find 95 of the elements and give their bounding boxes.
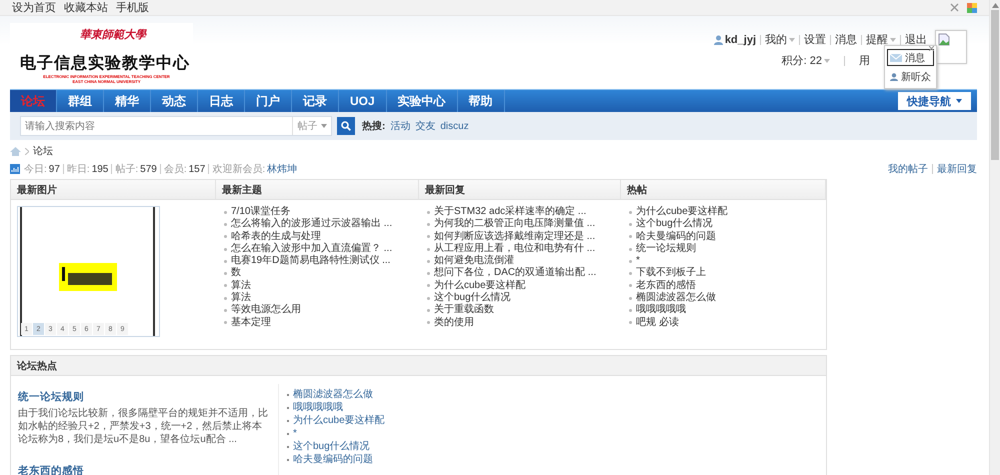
hot-search-label: 热搜: — [362, 120, 386, 133]
hot-link[interactable]: 椭圆滤波器怎么做 — [293, 388, 373, 401]
scroll-up-icon[interactable] — [992, 3, 998, 8]
thread-link[interactable]: 算法 — [224, 280, 419, 292]
thread-link[interactable]: 哦哦哦哦哦 — [629, 304, 826, 317]
quick-link[interactable]: 最新回复 — [937, 162, 977, 176]
thread-link[interactable]: 关于重载函数 — [427, 304, 621, 317]
stat-value: 579 — [140, 164, 157, 174]
thread-link[interactable]: 下载不到板子上 — [629, 267, 826, 280]
thread-link[interactable]: 为何我的二极管正向电压降测量值 ... — [427, 218, 621, 231]
top-link[interactable]: 收藏本站 — [64, 0, 108, 15]
stat-value: 157 — [188, 164, 206, 174]
thread-link[interactable]: 想问下各位，DAC的双通道输出配 ... — [427, 267, 621, 280]
thread-link[interactable]: 椭圆滤波器怎么做 — [629, 292, 826, 304]
thread-link[interactable]: 为什么cube要这样配 — [629, 206, 826, 218]
top-link[interactable]: 手机版 — [116, 0, 149, 15]
column-heading: 最新主题 — [216, 180, 419, 200]
close-icon[interactable] — [929, 46, 934, 51]
thread-link[interactable]: * — [629, 255, 826, 268]
caret-icon — [956, 99, 962, 103]
search-button[interactable] — [337, 117, 355, 135]
username-link[interactable]: kd_jyj — [724, 34, 756, 46]
chevron-icon — [25, 148, 29, 154]
stat-label: 会员: — [164, 163, 187, 176]
hot-link[interactable]: 哈夫曼编码的问题 — [293, 453, 373, 466]
caret-icon — [320, 124, 326, 128]
popup-item[interactable]: 新听众 — [887, 68, 934, 85]
logo-title: 电子信息实验教学中心 — [20, 53, 190, 74]
thread-link[interactable]: 类的使用 — [427, 316, 621, 329]
stat-value: 97 — [48, 164, 60, 174]
hot-link[interactable]: 为什么cube要这样配 — [293, 414, 385, 427]
broken-image-icon — [938, 33, 950, 46]
thread-link[interactable]: 如何判断应该选择戴维南定理还是 ... — [427, 230, 621, 243]
mail-icon — [890, 54, 902, 62]
user-menu-link[interactable]: 消息 — [835, 32, 857, 47]
user-menu-link[interactable]: 我的 — [765, 32, 795, 47]
user-icon — [890, 72, 898, 82]
thread-link[interactable]: 这个bug什么情况 — [427, 292, 621, 304]
caret-icon — [890, 38, 896, 42]
thread-link[interactable]: 吧规 必读 — [629, 316, 826, 329]
user-icon — [714, 34, 723, 44]
thread-link[interactable]: 基本定理 — [224, 316, 419, 329]
column-heading: 热帖 — [621, 180, 826, 200]
stat-label: 今日: — [24, 163, 47, 176]
stat-label: 昨日: — [66, 163, 90, 176]
new-member-link[interactable]: 林炜坤 — [267, 162, 298, 176]
quick-link[interactable]: 我的帖子 — [888, 162, 928, 176]
caret-icon — [789, 38, 795, 42]
scroll-thumb[interactable] — [991, 10, 999, 160]
column-heading: 最新图片 — [11, 180, 216, 200]
quick-nav-button[interactable]: 快捷导航 — [898, 92, 971, 110]
thread-link[interactable]: 统一论坛规则 — [629, 242, 826, 256]
hot-search-link[interactable]: discuz — [440, 120, 469, 132]
thread-link[interactable]: 从工程应用上看，电位和电势有什 ... — [427, 242, 621, 256]
popup-item[interactable]: 消息 — [887, 49, 934, 66]
chart-icon — [10, 164, 20, 174]
user-menu-link[interactable]: 退出 — [905, 32, 927, 47]
user-group-link[interactable]: 用 — [859, 53, 870, 68]
thread-link[interactable]: 数 — [224, 267, 419, 280]
top-link[interactable]: 设为首页 — [12, 0, 56, 15]
palette-icon[interactable] — [967, 2, 977, 12]
user-menu-link[interactable]: 设置 — [804, 32, 826, 47]
thread-link[interactable]: 7/10课堂任务 — [224, 206, 419, 218]
thread-link[interactable]: 哈夫曼编码的问题 — [629, 230, 826, 243]
thread-link[interactable]: 关于STM32 adc采样速率的确定 ... — [427, 206, 621, 218]
credits-link[interactable]: 积分: 22 — [782, 53, 830, 68]
article-summary: 由于我们论坛比较新，很多隔壁平台的规矩并不适用，比如水帖的经验只+2，严禁发+3，统一+2，然后禁止将本论坛称为8，我们是坛u不是8u，望各位坛u配合 ... — [18, 407, 269, 446]
thread-link[interactable]: 怎么在输入波形中加入直流偏置？ ... — [224, 242, 419, 256]
hot-search-link[interactable]: 活动 — [390, 119, 410, 133]
thread-link[interactable]: 电赛19年D题简易电路特性测试仪 ... — [224, 255, 419, 268]
thread-link[interactable]: 怎么将输入的波形通过示波器输出 ... — [224, 218, 419, 231]
university-name: 華東師範大學 — [80, 27, 146, 42]
thread-link[interactable]: 为什么cube要这样配 — [427, 280, 621, 292]
thread-link[interactable]: 算法 — [224, 292, 419, 304]
thread-link[interactable]: 如何避免电流倒灌 — [427, 255, 621, 268]
hot-search-link[interactable]: 交友 — [415, 119, 436, 133]
breadcrumb-link[interactable]: 论坛 — [33, 144, 53, 158]
stat-label: 帖子: — [115, 162, 138, 176]
thread-link[interactable]: 老东西的感悟 — [629, 280, 826, 292]
caret-icon — [824, 58, 830, 62]
home-icon[interactable] — [10, 146, 21, 156]
stat-value: 195 — [92, 164, 108, 174]
section-heading: 论坛热点 — [11, 356, 826, 376]
scrollbar[interactable] — [989, 0, 1000, 475]
hot-link[interactable]: * — [293, 427, 297, 440]
article-title[interactable]: 统一论坛规则 — [18, 390, 270, 404]
user-menu-link[interactable]: 提醒 — [866, 32, 896, 47]
column-heading: 最新回复 — [419, 180, 621, 200]
hot-link[interactable]: 这个bug什么情况 — [293, 440, 370, 453]
hot-link[interactable]: 哦哦哦哦哦 — [293, 401, 343, 414]
thread-link[interactable]: 哈希表的生成与处理 — [224, 230, 419, 243]
thread-link[interactable]: 等效电源怎么用 — [224, 304, 419, 317]
search-icon — [341, 121, 351, 131]
new-member-label: 欢迎新会员: — [212, 162, 266, 176]
thread-link[interactable]: 这个bug什么情况 — [629, 218, 826, 231]
